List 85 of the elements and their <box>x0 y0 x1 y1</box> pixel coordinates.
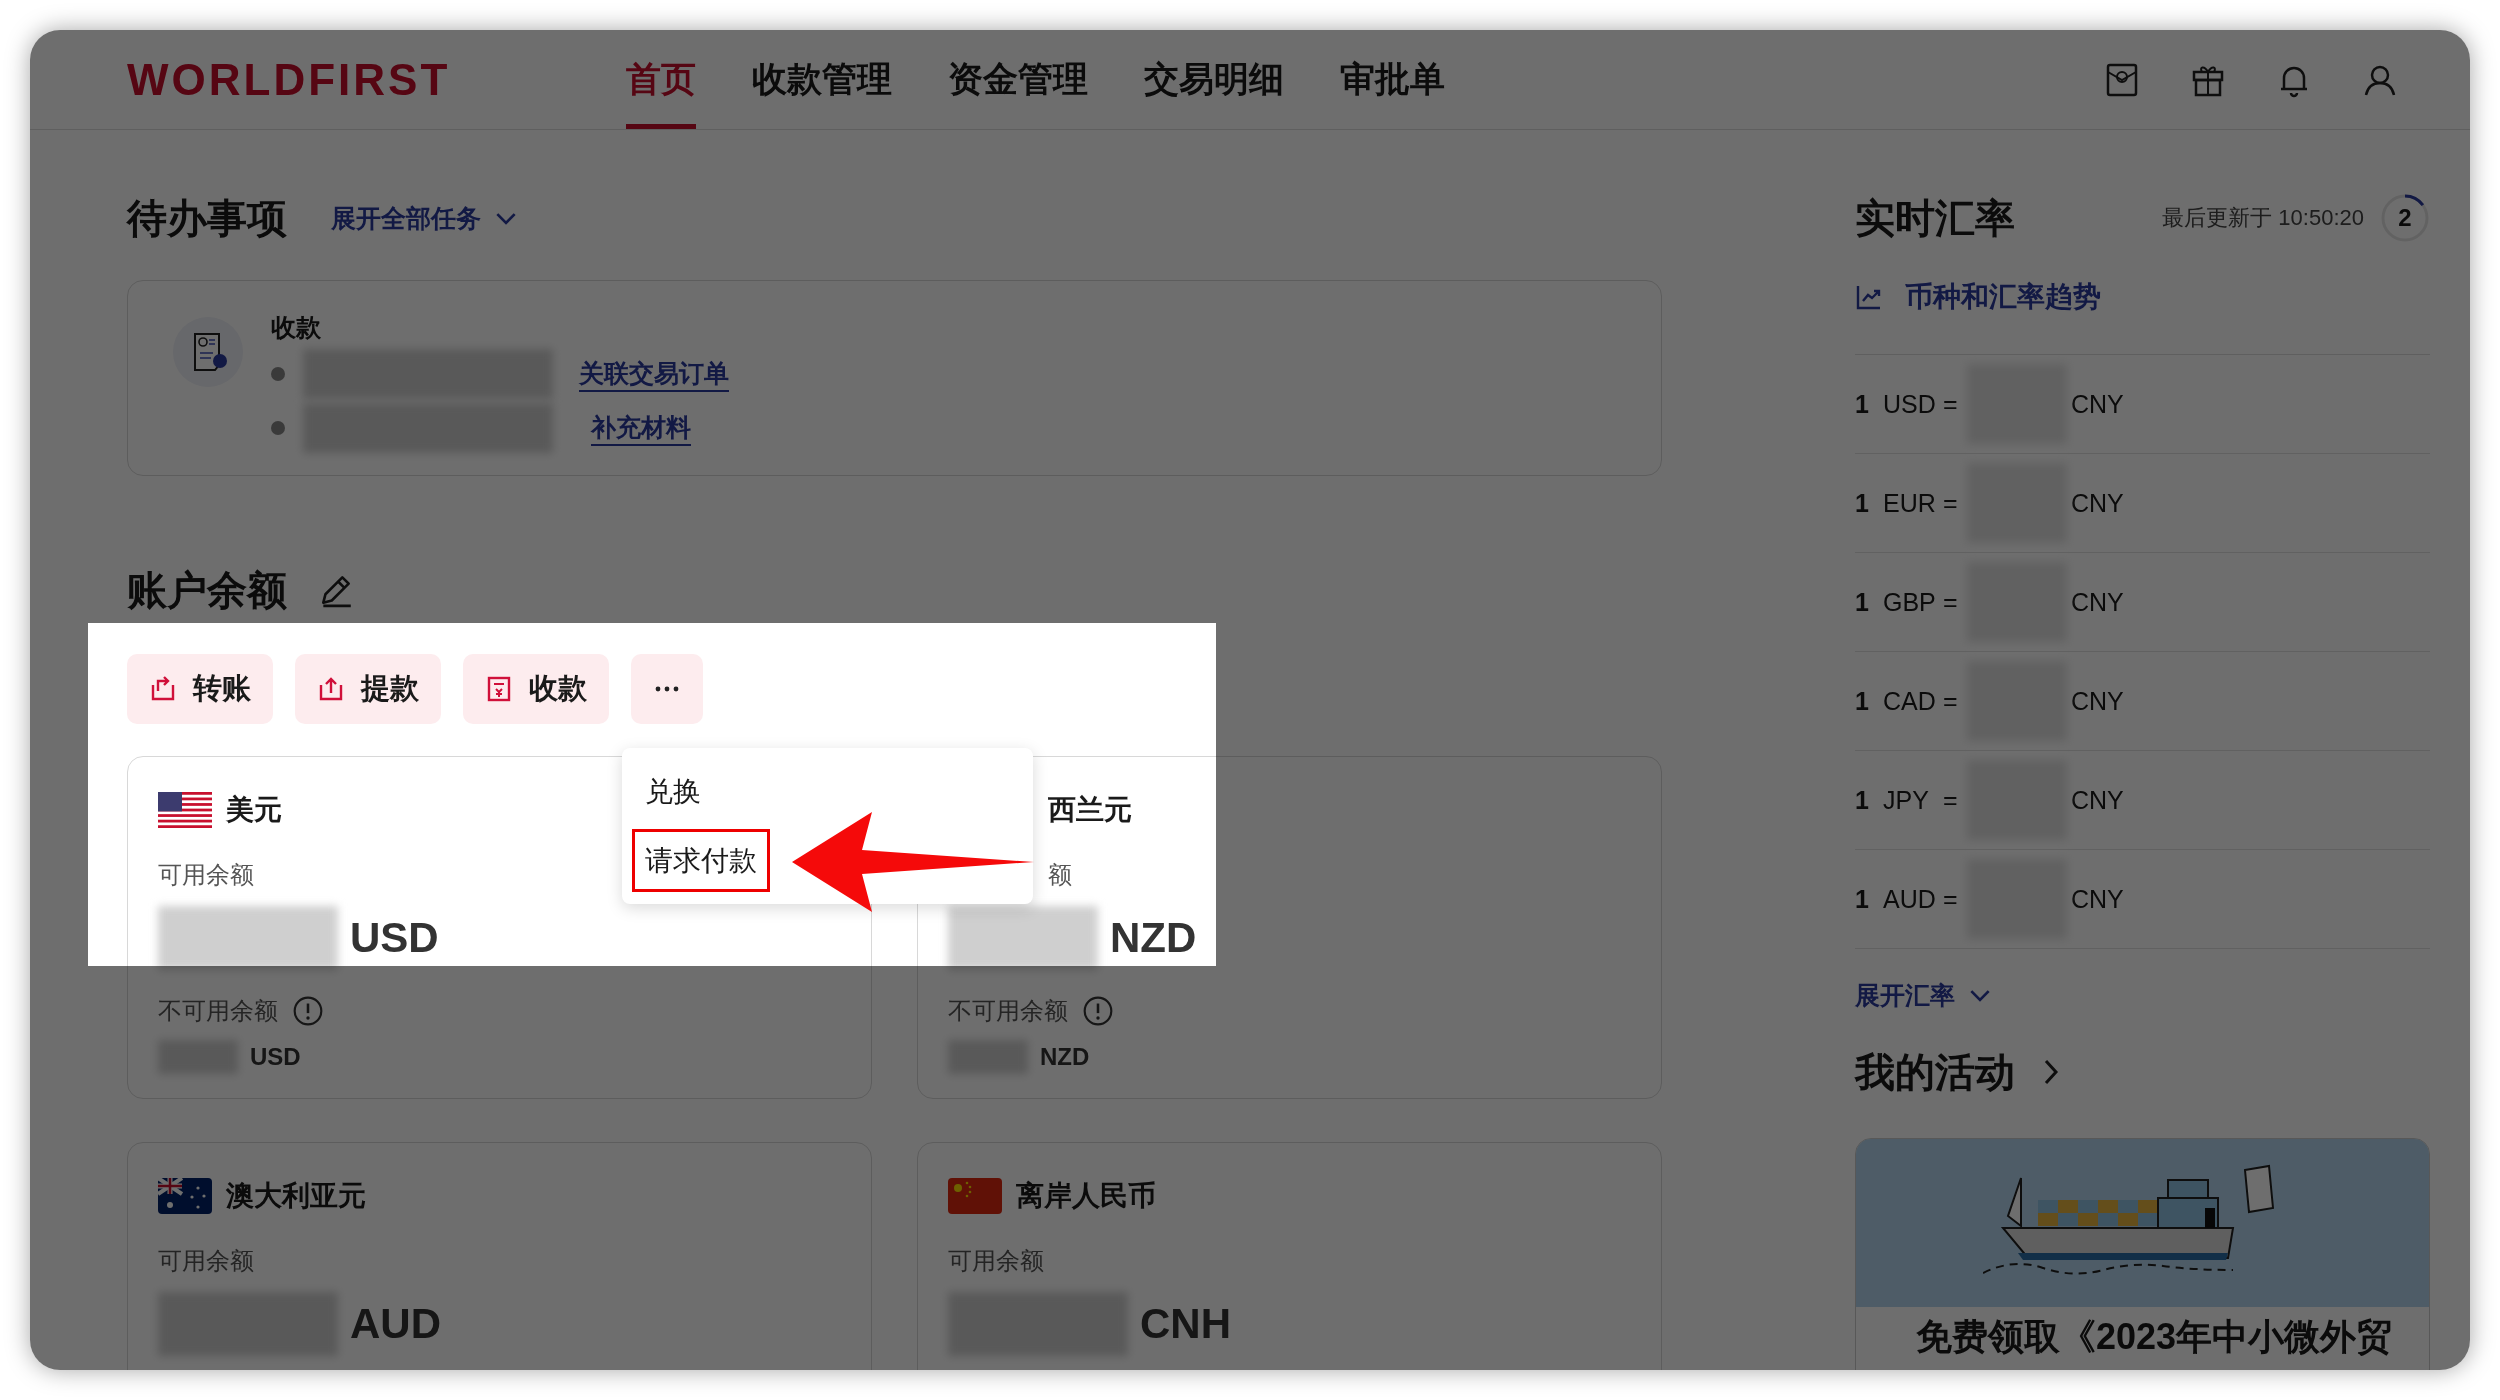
currency-card[interactable]: 西兰元 额 NZD 不可用余额 NZD <box>917 756 1662 1099</box>
nav-tab[interactable]: 审批单 <box>1340 30 1446 129</box>
currency-name: 澳大利亚元 <box>226 1179 366 1213</box>
currency-card[interactable]: 澳大利亚元 可用余额 AUD <box>127 1142 872 1370</box>
action-button[interactable]: 转账 <box>127 654 273 724</box>
available-label: 可用余额 <box>158 860 254 890</box>
available-label: 可用余额 <box>948 1246 1044 1276</box>
currency-code: USD <box>350 914 439 962</box>
equals-sign: = <box>1943 785 1959 815</box>
action-button[interactable]: 提款 <box>295 654 441 724</box>
rate-currency: CNY <box>2071 884 2124 914</box>
logo[interactable]: WORLDFIRST <box>127 54 451 105</box>
currency-code: NZD <box>1040 1043 1090 1071</box>
currency-code: NZD <box>1110 914 1197 962</box>
task-link[interactable]: 关联交易订单 <box>579 356 729 392</box>
info-icon[interactable] <box>1082 995 1114 1027</box>
action-button[interactable]: 收款 <box>463 654 609 724</box>
section-title[interactable]: 我的活动 <box>1855 1044 2015 1100</box>
activity-title: 免费领取《2023年中小微外贸 <box>1915 1315 2394 1357</box>
currency-code: USD <box>250 1043 301 1071</box>
chevron-right-icon[interactable] <box>2043 1058 2059 1086</box>
equals-sign: = <box>1943 389 1959 419</box>
equals-sign: = <box>1943 686 1959 716</box>
currency-code: CNH <box>1140 1300 1231 1348</box>
rate-currency: CNY <box>2071 488 2124 518</box>
rate-amount: 1 <box>1855 686 1870 716</box>
unavailable-label: 不可用余额 <box>158 996 278 1026</box>
rate-currency: CNY <box>2071 389 2124 419</box>
currency-card[interactable]: 离岸人民币 可用余额 CNH <box>917 1142 1662 1370</box>
rate-amount: 1 <box>1855 488 1870 518</box>
rate-currency: AUD <box>1883 884 1937 914</box>
section-title: 账户余额 <box>127 566 287 614</box>
coin-box-icon[interactable] <box>2104 61 2140 98</box>
flag-icon <box>158 792 212 828</box>
nav-tab[interactable]: 资金管理 <box>948 30 1089 129</box>
currency-name: 西兰元 <box>1048 793 1132 827</box>
info-icon[interactable] <box>292 995 324 1027</box>
box-arrow-icon[interactable] <box>149 675 177 703</box>
rate-currency: JPY <box>1883 785 1930 815</box>
line-chart-icon[interactable] <box>1855 283 1883 311</box>
task-link[interactable]: 补充材料 <box>591 410 691 446</box>
expand-tasks-link[interactable]: 展开全部任务 <box>331 201 517 235</box>
available-label: 可用余额 <box>158 1246 254 1276</box>
equals-sign: = <box>1943 884 1959 914</box>
nav-tab[interactable]: 收款管理 <box>752 30 893 129</box>
currency-name: 美元 <box>226 793 282 827</box>
menu-item[interactable]: 请求付款 <box>632 829 770 892</box>
upload-icon[interactable] <box>317 675 345 703</box>
flag-icon <box>158 1178 212 1214</box>
countdown-timer: 2 <box>2380 193 2430 243</box>
trend-link[interactable]: 币种和汇率趋势 <box>1905 278 2101 316</box>
currency-code: AUD <box>350 1300 441 1348</box>
last-updated-text: 最后更新于 10:50:20 <box>2162 204 2364 232</box>
equals-sign: = <box>1943 488 1959 518</box>
currency-name: 离岸人民币 <box>1016 1179 1156 1213</box>
rate-amount: 1 <box>1855 785 1870 815</box>
more-dots-icon[interactable] <box>655 686 679 692</box>
rate-currency: EUR <box>1883 488 1937 518</box>
flag-icon <box>948 1178 1002 1214</box>
nav-tab[interactable]: 首页 <box>626 30 697 129</box>
unavailable-label: 不可用余额 <box>948 996 1068 1026</box>
rate-amount: 1 <box>1855 587 1870 617</box>
activity-card[interactable]: 免费领取《2023年中小微外贸 <box>1855 1138 2430 1370</box>
chevron-down-icon[interactable] <box>495 211 517 225</box>
bullet-dot <box>271 421 285 435</box>
expand-rates-link[interactable]: 展开汇率 <box>1855 979 1991 1012</box>
document-icon <box>173 317 243 387</box>
rate-currency: USD <box>1883 389 1937 419</box>
menu-item[interactable]: 兑换 <box>632 760 714 823</box>
receipt-icon[interactable] <box>485 675 513 703</box>
rate-amount: 1 <box>1855 884 1870 914</box>
rate-amount: 1 <box>1855 389 1870 419</box>
equals-sign: = <box>1943 587 1959 617</box>
rate-currency: CNY <box>2071 587 2124 617</box>
bullet-dot <box>271 367 285 381</box>
rate-currency: GBP <box>1883 587 1937 617</box>
rate-currency: CNY <box>2071 686 2124 716</box>
nav-tab[interactable]: 交易明细 <box>1144 30 1285 129</box>
task-title: 收款 <box>271 312 322 343</box>
section-title: 实时汇率 <box>1855 194 2015 242</box>
rate-currency: CAD <box>1883 686 1937 716</box>
chevron-down-icon[interactable] <box>1969 989 1991 1002</box>
rate-currency: CNY <box>2071 785 2124 815</box>
section-title: 待办事项 <box>127 194 287 242</box>
available-label: 额 <box>1047 860 1072 890</box>
